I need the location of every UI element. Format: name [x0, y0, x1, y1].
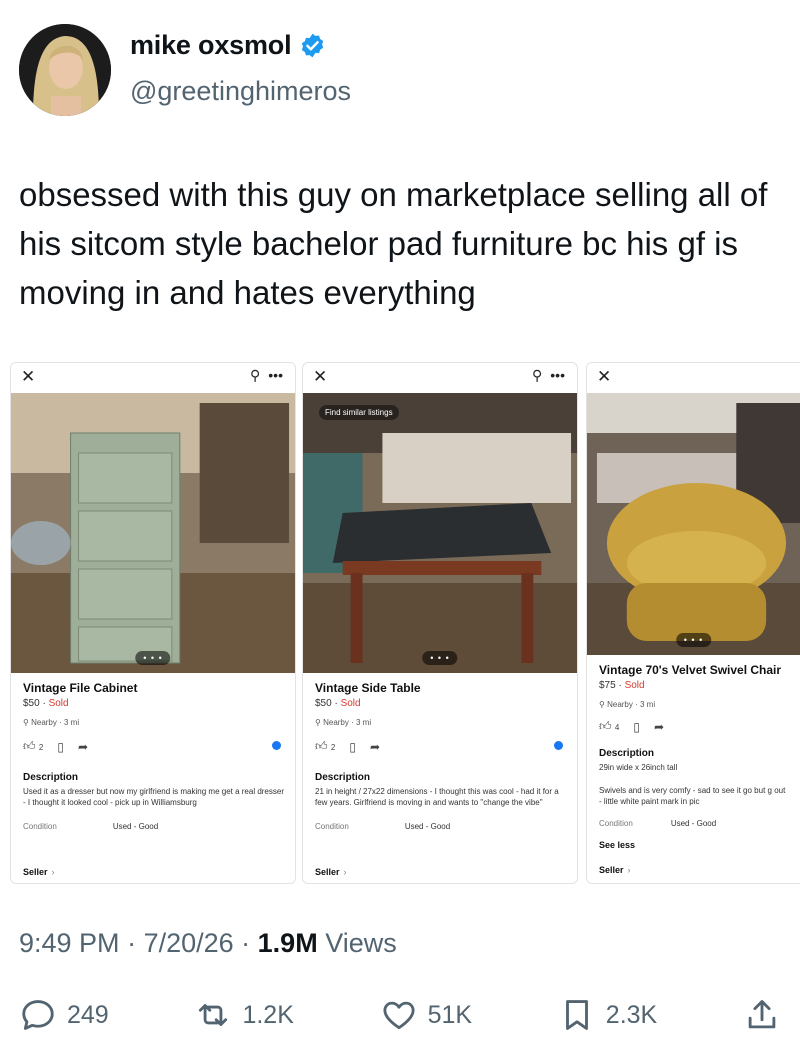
listing-card-side-table[interactable]: ✕ ⚲ ••• Find similar listings • • • Vinta… [302, 362, 578, 884]
author-handle[interactable]: @greetinghimeros [130, 76, 351, 107]
location-pin-icon: ⚲ [315, 718, 321, 727]
search-icon[interactable]: ⚲ [250, 367, 260, 384]
like-button[interactable]: 51K [380, 996, 472, 1034]
condition-label: Condition [315, 822, 349, 831]
listing-title[interactable]: Vintage Side Table [315, 681, 567, 695]
tweet-text: obsessed with this guy on marketplace se… [19, 176, 768, 311]
message-indicator-icon[interactable] [554, 741, 563, 750]
description-heading: Description [315, 772, 371, 783]
seller-link[interactable]: Seller › [599, 865, 631, 875]
more-icon[interactable]: ••• [268, 367, 283, 384]
description-text: 21 in height / 27x22 dimensions - I thou… [315, 787, 559, 807]
listing-photo[interactable]: • • • [11, 393, 295, 673]
share-icon[interactable]: ➦ [370, 740, 380, 754]
listing-location: Nearby · 3 mi [31, 718, 80, 727]
avatar[interactable] [19, 24, 111, 116]
seller-link[interactable]: Seller › [23, 867, 55, 877]
views-count: 1.9M [257, 928, 318, 958]
close-icon[interactable]: ✕ [597, 367, 611, 387]
condition-label: Condition [23, 822, 57, 831]
message-indicator-icon[interactable] [272, 741, 281, 750]
status-badge: Sold [340, 698, 361, 709]
chevron-right-icon: › [627, 865, 631, 875]
condition-label: Condition [599, 819, 633, 828]
more-icon[interactable]: ••• [550, 367, 565, 384]
save-icon[interactable]: ▯ [349, 740, 356, 754]
image-pager[interactable]: • • • [675, 633, 712, 647]
listing-price: $50 [315, 698, 332, 709]
seller-label: Seller [315, 867, 340, 877]
close-icon[interactable]: ✕ [313, 367, 327, 387]
save-icon[interactable]: ▯ [633, 720, 640, 734]
repost-icon [199, 1004, 228, 1026]
listing-card-file-cabinet[interactable]: ✕ ⚲ ••• • • • Vintage File Cabinet $50 · … [10, 362, 296, 884]
tweet-time[interactable]: 9:49 PM [19, 928, 120, 958]
dimensions-text: 29in wide x 26inch tall [599, 763, 678, 772]
share-icon [748, 1000, 776, 1029]
verified-badge-icon [302, 33, 324, 58]
bookmark-button[interactable]: 2.3K [558, 996, 657, 1034]
listing-title[interactable]: Vintage 70's Velvet Swivel Chair [599, 663, 790, 677]
listing-title[interactable]: Vintage File Cabinet [23, 681, 285, 695]
listing-location: Nearby · 3 mi [323, 718, 372, 727]
share-button[interactable] [743, 996, 781, 1034]
repost-button[interactable]: 1.2K [194, 996, 294, 1034]
seller-label: Seller [599, 865, 624, 875]
listing-price: $50 [23, 698, 40, 709]
close-icon[interactable]: ✕ [21, 367, 35, 387]
description-text: Used it as a dresser but now my girlfrie… [23, 787, 284, 807]
description-heading: Description [23, 772, 79, 783]
tweet-meta: 9:49 PM · 7/20/26 · 1.9M Views [19, 928, 397, 958]
condition-value: Used - Good [112, 822, 159, 831]
chevron-right-icon: › [51, 867, 55, 877]
image-pager[interactable]: • • • [135, 651, 171, 665]
share-icon[interactable]: ➦ [78, 740, 88, 754]
author-name[interactable]: mike oxsmol [130, 30, 292, 61]
like-count: 51K [427, 1000, 473, 1029]
condition-value: Used - Good [404, 822, 451, 831]
listing-price: $75 [599, 680, 616, 691]
reply-button[interactable]: 249 [19, 996, 109, 1034]
condition-value: Used - Good [670, 819, 717, 828]
description-text: Swivels and is very comfy - sad to see i… [599, 786, 786, 806]
bookmark-count: 2.3K [605, 1000, 658, 1029]
listing-location: Nearby · 3 mi [607, 700, 656, 709]
save-icon[interactable]: ▯ [57, 740, 64, 754]
listing-photo[interactable]: Find similar listings • • • [303, 393, 577, 673]
reply-icon [22, 1000, 54, 1030]
like-button[interactable]: 👍︎ 2 [315, 739, 335, 754]
bookmark-icon [565, 1000, 588, 1030]
seller-link[interactable]: Seller › [315, 867, 347, 877]
search-icon[interactable]: ⚲ [532, 367, 542, 384]
find-similar-button[interactable]: Find similar listings [319, 405, 399, 420]
status-badge: Sold [624, 680, 645, 691]
like-count: 2 [330, 743, 336, 752]
listing-card-swivel-chair[interactable]: ✕ • • • Vintage 70's Velvet Swivel Chair… [586, 362, 800, 884]
see-less-button[interactable]: See less [599, 840, 790, 850]
like-button[interactable]: 👍︎ 4 [599, 719, 619, 734]
engagement-bar: 249 1.2K 51K 2.3K [19, 990, 781, 1040]
location-pin-icon: ⚲ [599, 700, 605, 709]
image-pager[interactable]: • • • [422, 651, 458, 665]
repost-count: 1.2K [242, 1000, 294, 1029]
like-count: 2 [38, 743, 44, 752]
description-heading: Description [599, 748, 655, 759]
like-count: 4 [614, 723, 620, 732]
location-pin-icon: ⚲ [23, 718, 29, 727]
seller-label: Seller [23, 867, 48, 877]
listing-photo[interactable]: • • • [587, 393, 800, 655]
like-button[interactable]: 👍︎ 2 [23, 739, 43, 754]
reply-count: 249 [67, 1000, 109, 1029]
chevron-right-icon: › [343, 867, 347, 877]
tweet-date[interactable]: 7/20/26 [144, 928, 234, 958]
heart-icon [383, 1001, 415, 1030]
views-label: Views [325, 928, 397, 958]
share-icon[interactable]: ➦ [654, 720, 664, 734]
status-badge: Sold [48, 698, 69, 709]
